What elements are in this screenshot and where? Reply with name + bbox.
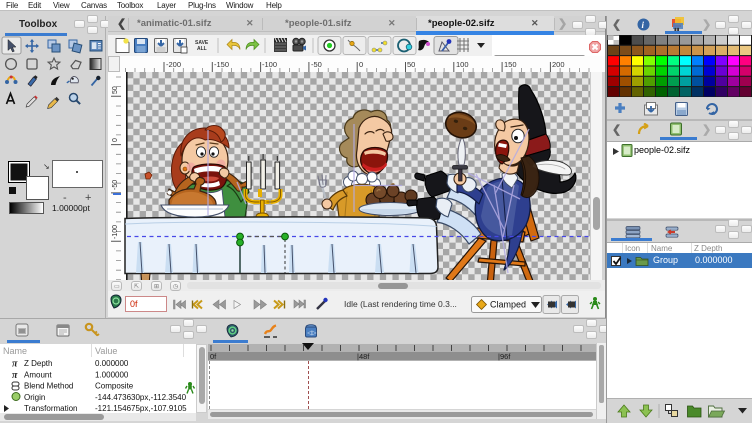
svg-text:Amount: Amount	[24, 370, 52, 379]
svg-text:150: 150	[504, 60, 517, 69]
svg-text:200: 200	[552, 60, 565, 69]
svg-text:-200: -200	[166, 60, 181, 69]
svg-text:0f: 0f	[210, 352, 217, 361]
svg-text:Blend Method: Blend Method	[24, 382, 73, 391]
svg-text:0: 0	[359, 60, 363, 69]
svg-text:π: π	[12, 359, 18, 370]
svg-text:ALL: ALL	[197, 46, 207, 52]
svg-text:Idle (Last rendering time 0.3.: Idle (Last rendering time 0.3...	[344, 299, 457, 309]
svg-text:Transformation: Transformation	[24, 404, 78, 413]
svg-text:|96f: |96f	[498, 352, 511, 361]
svg-text:Origin: Origin	[24, 393, 45, 402]
svg-text:1.000000: 1.000000	[95, 370, 129, 379]
svg-text:0: 0	[112, 138, 119, 142]
svg-text:50: 50	[407, 60, 415, 69]
svg-text:-50: -50	[112, 180, 119, 190]
svg-text:50: 50	[112, 86, 119, 94]
svg-text:-50: -50	[311, 60, 322, 69]
svg-text:π: π	[12, 370, 18, 381]
svg-text:-144.473630px,-112.3540: -144.473630px,-112.3540	[95, 393, 187, 402]
svg-text:0.000000: 0.000000	[95, 359, 129, 368]
svg-text:◁▷: ◁▷	[307, 331, 317, 337]
svg-text:Clamped: Clamped	[490, 300, 526, 310]
svg-text:100: 100	[456, 60, 469, 69]
svg-text:-121.154675px,-107.9105: -121.154675px,-107.9105	[95, 404, 187, 413]
svg-text:|48f: |48f	[357, 352, 370, 361]
svg-text:0f: 0f	[130, 299, 138, 309]
svg-text:-100: -100	[262, 60, 277, 69]
svg-text:Composite: Composite	[95, 382, 134, 391]
svg-text:-100: -100	[112, 225, 119, 239]
svg-text:-150: -150	[214, 60, 229, 69]
svg-text:Z Depth: Z Depth	[24, 359, 52, 368]
